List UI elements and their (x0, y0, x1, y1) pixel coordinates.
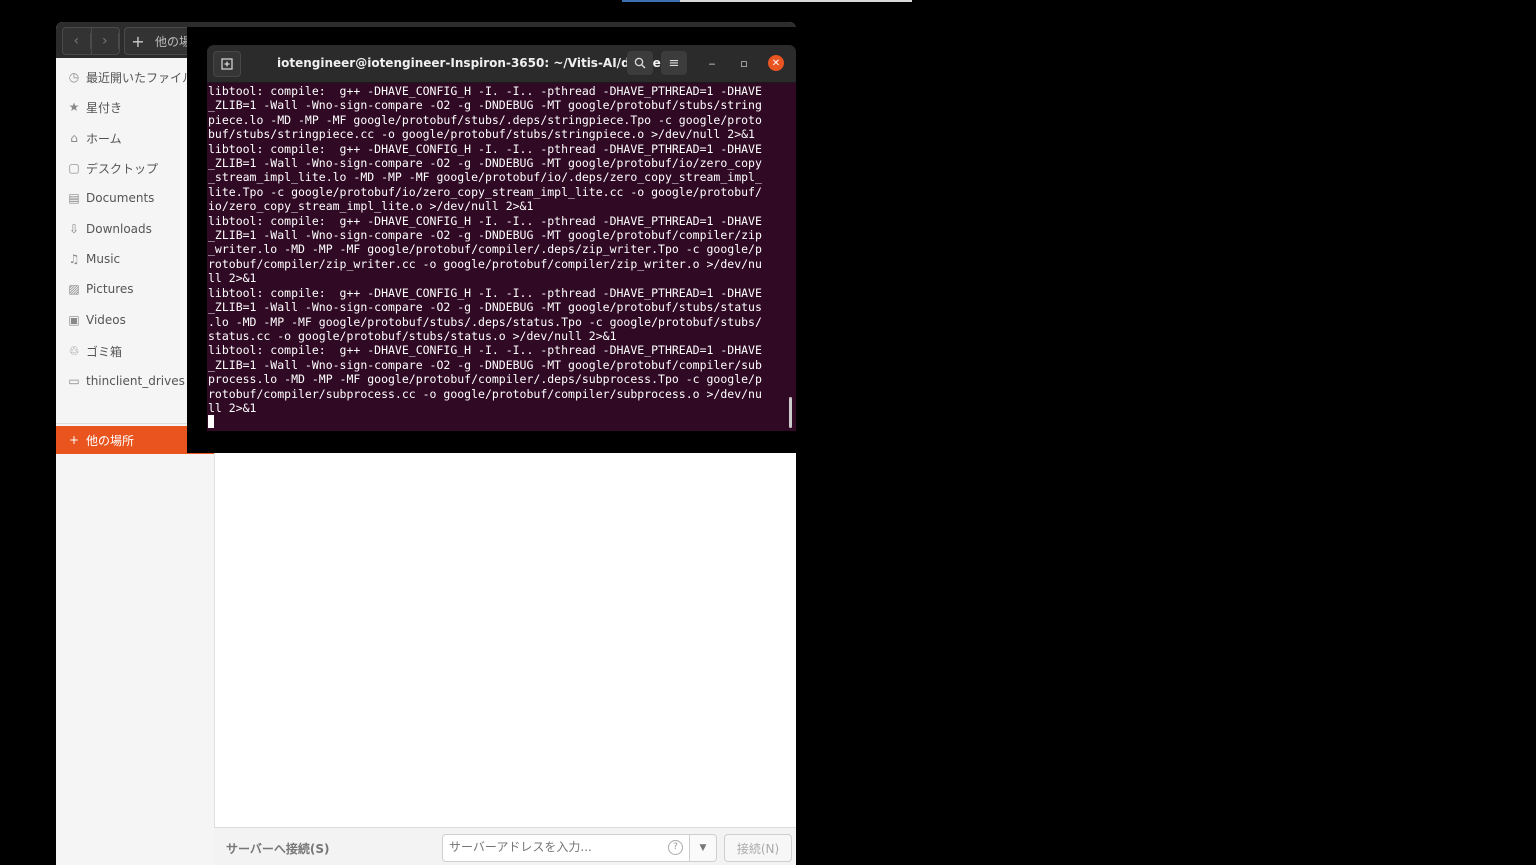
terminal-headerbar: iotengineer@iotengineer-Inspiron-3650: ~… (207, 45, 796, 83)
top-panel-active-segment (622, 0, 680, 2)
document-icon: ▤ (68, 191, 80, 205)
close-button[interactable]: ✕ (768, 55, 784, 71)
menu-button[interactable]: ≡ (661, 51, 687, 75)
new-tab-button[interactable] (213, 51, 241, 77)
terminal-output-area[interactable]: libtool: compile: g++ -DHAVE_CONFIG_H -I… (208, 84, 788, 429)
terminal-line: buf/stubs/stringpiece.cc -o google/proto… (208, 127, 755, 142)
sidebar-item-label: 星付き (86, 100, 123, 115)
drive-icon: ▭ (68, 374, 80, 388)
sidebar-item-label: Downloads (86, 222, 152, 236)
help-icon[interactable]: ? (668, 840, 683, 855)
nav-buttons: ‹ › (62, 27, 120, 55)
hamburger-icon: ≡ (668, 55, 680, 71)
terminal-line: libtool: compile: g++ -DHAVE_CONFIG_H -I… (208, 343, 762, 358)
terminal-line: io/zero_copy_stream_impl_lite.o >/dev/nu… (208, 199, 534, 214)
terminal-line: ll 2>&1 (208, 400, 257, 415)
terminal-line: libtool: compile: g++ -DHAVE_CONFIG_H -I… (208, 213, 762, 228)
sidebar-item-label: デスクトップ (86, 161, 159, 176)
terminal-window[interactable]: iotengineer@iotengineer-Inspiron-3650: ~… (207, 45, 796, 431)
recent-servers-dropdown[interactable]: ▼ (690, 834, 717, 862)
terminal-line: status.cc -o google/protobuf/stubs/statu… (208, 328, 617, 343)
back-button[interactable]: ‹ (63, 28, 92, 54)
terminal-line: .lo -MD -MP -MF google/protobuf/stubs/.d… (208, 314, 762, 329)
terminal-line: _ZLIB=1 -Wall -Wno-sign-compare -O2 -g -… (208, 98, 762, 113)
close-icon: ✕ (771, 57, 781, 69)
minimize-button[interactable]: ‒ (704, 55, 720, 71)
sidebar-item-label: Music (86, 252, 121, 266)
chevron-down-icon: ▼ (699, 843, 707, 853)
picture-icon: ▨ (68, 282, 80, 296)
search-icon (634, 57, 646, 69)
video-icon: ▣ (68, 313, 80, 327)
terminal-line: _stream_impl_lite.lo -MD -MP -MF google/… (208, 170, 762, 185)
terminal-line: _writer.lo -MD -MP -MF google/protobuf/c… (208, 242, 762, 257)
terminal-line: libtool: compile: g++ -DHAVE_CONFIG_H -I… (208, 141, 762, 156)
server-address-field[interactable]: ? (442, 834, 690, 862)
sidebar-item-label: ゴミ箱 (86, 344, 123, 359)
sidebar-item-label: Videos (86, 313, 126, 327)
server-address-input[interactable] (443, 835, 659, 859)
terminal-scrollbar[interactable] (789, 397, 792, 428)
plus-icon: + (131, 31, 145, 51)
connect-button[interactable]: 接続(N) (724, 834, 792, 862)
music-icon: ♫ (68, 252, 80, 266)
connect-to-server-bar: サーバーへ接続(S) ? ▼ 接続(N) (214, 827, 796, 865)
terminal-line: process.lo -MD -MP -MF google/protobuf/c… (208, 372, 762, 387)
forward-button[interactable]: › (92, 28, 119, 54)
trash-icon: ♲ (68, 344, 80, 358)
star-icon: ★ (68, 100, 80, 114)
chevron-right-icon: › (92, 33, 119, 49)
terminal-line: ll 2>&1 (208, 271, 257, 286)
minimize-icon: ‒ (708, 56, 716, 70)
desktop-icon: ▢ (68, 161, 80, 175)
terminal-line: _ZLIB=1 -Wall -Wno-sign-compare -O2 -g -… (208, 300, 762, 315)
sidebar-item-label: 最近開いたファイル (86, 70, 195, 85)
terminal-line: lite.Tpo -c google/protobuf/io/zero_copy… (208, 184, 762, 199)
plus-icon: + (68, 433, 80, 447)
terminal-line: libtool: compile: g++ -DHAVE_CONFIG_H -I… (208, 285, 762, 300)
terminal-output: libtool: compile: g++ -DHAVE_CONFIG_H -I… (208, 84, 788, 429)
terminal-line: rotobuf/compiler/subprocess.cc -o google… (208, 386, 762, 401)
terminal-line: _ZLIB=1 -Wall -Wno-sign-compare -O2 -g -… (208, 228, 762, 243)
clock-icon: ◷ (68, 70, 80, 84)
sidebar-item-label: ホーム (86, 131, 122, 146)
terminal-title: iotengineer@iotengineer-Inspiron-3650: ~… (277, 56, 667, 70)
sidebar-item-label: Pictures (86, 282, 134, 296)
terminal-line: rotobuf/compiler/zip_writer.cc -o google… (208, 256, 762, 271)
maximize-icon: ▫ (740, 56, 748, 70)
sidebar-item-label: Documents (86, 191, 155, 205)
terminal-line: piece.lo -MD -MP -MF google/protobuf/stu… (208, 112, 762, 127)
maximize-button[interactable]: ▫ (736, 55, 752, 71)
connect-to-server-label: サーバーへ接続(S) (226, 842, 330, 856)
terminal-line: _ZLIB=1 -Wall -Wno-sign-compare -O2 -g -… (208, 357, 762, 372)
search-button[interactable] (627, 51, 653, 75)
terminal-line: _ZLIB=1 -Wall -Wno-sign-compare -O2 -g -… (208, 156, 762, 171)
new-tab-icon (221, 58, 233, 70)
sidebar-item-label: thinclient_drives (86, 374, 185, 388)
terminal-line: libtool: compile: g++ -DHAVE_CONFIG_H -I… (208, 84, 762, 98)
home-icon: ⌂ (70, 131, 78, 145)
top-panel-strip (622, 0, 912, 2)
chevron-left-icon: ‹ (63, 33, 91, 49)
sidebar-item-label: 他の場所 (86, 433, 135, 448)
download-icon: ⇩ (68, 222, 80, 236)
terminal-cursor (208, 415, 214, 429)
